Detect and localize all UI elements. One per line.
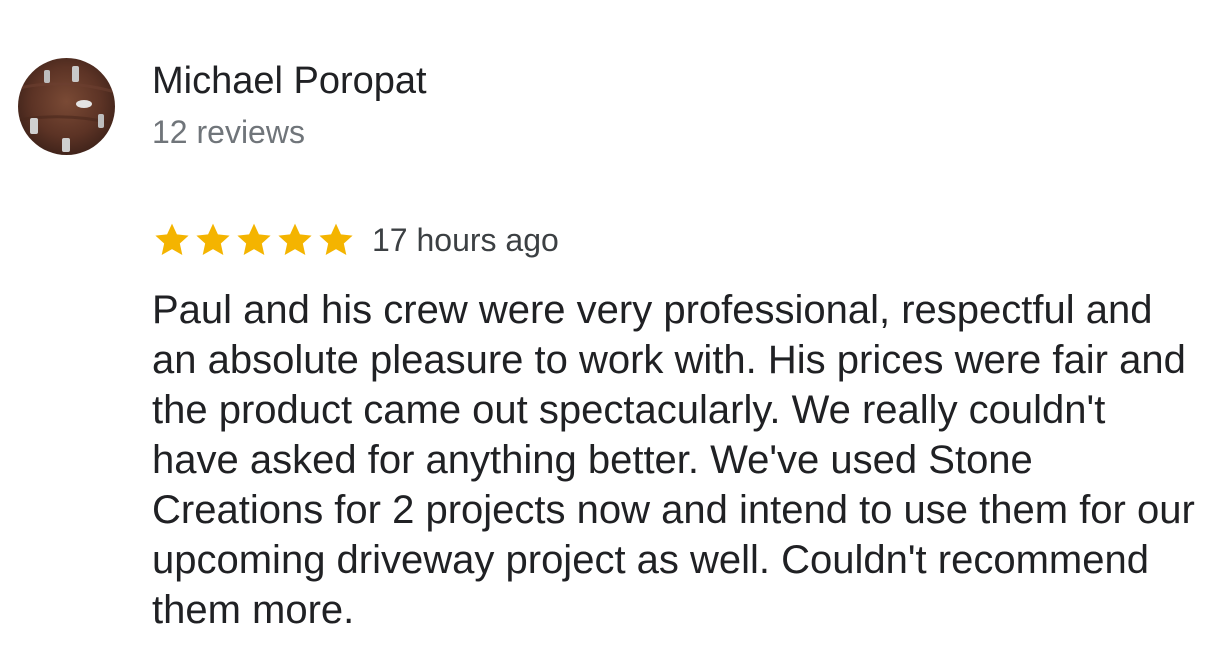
star-icon (319, 223, 353, 255)
rating-row: 17 hours ago (152, 218, 559, 262)
star-rating (152, 220, 356, 260)
star-icon (237, 223, 271, 255)
star-icon (278, 223, 312, 255)
review-time: 17 hours ago (372, 222, 559, 258)
star-icon (196, 223, 230, 255)
star-icon (155, 223, 189, 255)
author-name[interactable]: Michael Poropat (152, 58, 427, 104)
avatar[interactable] (18, 58, 115, 155)
review-text: Paul and his crew were very professional… (152, 288, 1195, 632)
avatar-image (18, 58, 115, 155)
author-review-count: 12 reviews (152, 114, 305, 150)
